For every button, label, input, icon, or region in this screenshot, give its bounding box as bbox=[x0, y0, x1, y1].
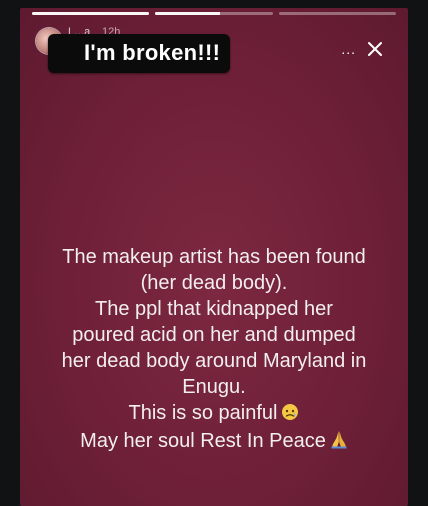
story-text: This is so painful bbox=[128, 402, 278, 424]
story-text-line: her dead body around Maryland in bbox=[61, 350, 367, 372]
caption-text: I'm broken!!! bbox=[84, 40, 221, 65]
progress-fill bbox=[155, 12, 220, 15]
progress-segment bbox=[278, 12, 396, 15]
progress-segment bbox=[155, 12, 273, 15]
story-text-line-peace: May her soul Rest In Peace bbox=[20, 428, 408, 456]
downcast-face-emoji bbox=[281, 402, 299, 428]
story-text-line: poured acid on her and dumped bbox=[72, 324, 356, 346]
story-text-line-painful: This is so painful bbox=[20, 400, 408, 428]
screen-frame: L...a 12h I'm broken!!! ... The makeup a… bbox=[0, 0, 428, 506]
progress-segment bbox=[32, 12, 150, 15]
story-text: May her soul Rest In Peace bbox=[80, 430, 326, 452]
story-header: L...a 12h I'm broken!!! ... bbox=[30, 20, 398, 73]
folded-hands-emoji bbox=[330, 429, 348, 456]
more-icon[interactable]: ... bbox=[341, 42, 356, 56]
story-text-line: (her dead body). bbox=[140, 272, 288, 294]
caption-sticker: I'm broken!!! bbox=[48, 34, 231, 73]
story-text-line: Enugu. bbox=[182, 376, 246, 398]
story-view[interactable]: L...a 12h I'm broken!!! ... The makeup a… bbox=[20, 8, 408, 506]
close-icon[interactable] bbox=[364, 38, 386, 60]
story-progress-bar bbox=[32, 12, 396, 15]
story-body-text: The makeup artist has been found (her de… bbox=[20, 244, 408, 456]
progress-fill bbox=[32, 12, 150, 15]
story-text-line: The ppl that kidnapped her bbox=[95, 298, 333, 320]
story-text-line: The makeup artist has been found bbox=[62, 246, 366, 268]
